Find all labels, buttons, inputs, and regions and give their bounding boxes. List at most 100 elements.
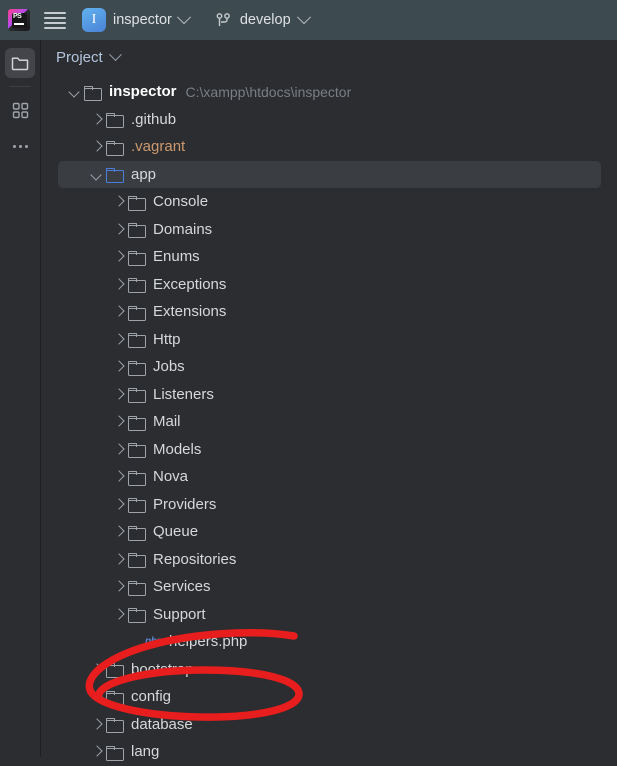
chevron-right-icon[interactable] [88,716,105,733]
tree-row-label: Domains [153,220,213,238]
chevron-right-icon[interactable] [88,661,105,678]
chevron-right-icon[interactable] [110,248,127,265]
tree-row-label: Extensions [153,303,227,321]
tree-row[interactable]: Listeners [58,381,601,409]
tree-row[interactable]: Providers [58,491,601,519]
tree-row[interactable]: Jobs [58,353,601,381]
tree-row[interactable]: Services [58,573,601,601]
folder-icon [128,277,146,294]
tree-row-label: Http [153,330,181,348]
more-dots-icon [12,144,28,148]
tree-row[interactable]: Repositories [58,546,601,574]
chevron-right-icon[interactable] [110,441,127,458]
tree-row-label: Jobs [153,358,185,376]
folder-icon [128,360,146,376]
branch-name-label: develop [239,12,291,28]
tree-row[interactable]: Http [58,326,601,354]
tree-row-label: Listeners [153,385,214,403]
chevron-right-icon[interactable] [110,303,127,320]
chevron-right-icon[interactable] [110,331,127,348]
tree-row[interactable]: Domains [58,216,601,244]
chevron-right-icon[interactable] [110,386,127,403]
folder-icon [128,525,146,541]
chevron-right-icon[interactable] [110,276,127,293]
chevron-down-icon [296,10,311,25]
git-branch-icon [216,12,230,26]
main-menu-icon[interactable] [44,9,66,31]
sidebar-item-project[interactable] [5,48,35,78]
folder-icon [128,222,146,239]
chevron-right-icon[interactable] [88,111,105,128]
project-avatar-icon: I [82,8,106,32]
chevron-right-icon[interactable] [110,523,127,540]
chevron-right-icon[interactable] [88,138,105,155]
tree-row-label: Providers [153,495,217,513]
project-panel-header[interactable]: Project [41,40,617,74]
project-name-label: inspector [113,12,172,28]
tree-row[interactable]: Models [58,436,601,464]
tree-row-label: Mail [153,413,181,431]
chevron-right-icon[interactable] [110,606,127,623]
tree-row[interactable]: php helpers.php [58,628,601,656]
folder-icon [128,195,146,211]
tree-row[interactable]: inspector C:\xampp\htdocs\inspector [58,78,601,106]
phpstorm-logo-icon[interactable]: PS [8,9,30,31]
php-file-icon: php [145,635,163,647]
chevron-right-icon[interactable] [110,578,127,595]
tool-window-rail [0,40,41,757]
folder-icon [106,717,124,734]
chevron-right-icon[interactable] [110,358,127,375]
folder-icon [84,85,102,101]
tree-row[interactable]: Queue [58,518,601,546]
chevron-down-icon [108,47,122,61]
tree-row[interactable]: .github [58,106,601,134]
chevron-right-icon[interactable] [88,688,105,705]
source-folder-icon [106,167,124,184]
tree-row-label: .github [131,110,177,128]
tree-row[interactable]: Support [58,601,601,629]
folder-icon [106,690,124,706]
chevron-right-icon[interactable] [110,221,127,238]
chevron-right-icon[interactable] [88,743,105,760]
sidebar-item-structure[interactable] [5,95,35,125]
chevron-down-icon[interactable] [66,83,83,100]
tree-row[interactable]: Enums [58,243,601,271]
tree-row[interactable]: Extensions [58,298,601,326]
git-branch-widget[interactable]: develop [215,10,311,29]
tree-row[interactable]: Mail [58,408,601,436]
project-widget[interactable]: I inspector [82,8,191,32]
rail-divider [9,86,31,87]
tree-row[interactable]: config [58,683,601,711]
folder-icon [106,112,124,129]
tree-row[interactable]: Console [58,188,601,216]
tree-row-label: .vagrant [131,138,186,156]
tree-row[interactable]: Exceptions [58,271,601,299]
tree-row[interactable]: Nova [58,463,601,491]
chevron-right-icon[interactable] [110,496,127,513]
project-tree: inspector C:\xampp\htdocs\inspector .githu… [41,74,617,766]
tree-row-label: Models [153,440,202,458]
chevron-right-icon[interactable] [110,551,127,568]
folder-icon [128,607,146,624]
tree-row[interactable]: database [58,711,601,739]
chevron-right-icon[interactable] [110,193,127,210]
folder-icon [128,332,146,349]
tree-row-label: config [131,688,172,706]
tree-row[interactable]: bootstrap [58,656,601,684]
folder-icon [128,580,146,596]
chevron-right-icon[interactable] [110,413,127,430]
tree-row-label: Exceptions [153,275,227,293]
main-toolbar: PS I inspector develop [0,0,617,40]
chevron-right-icon[interactable] [110,468,127,485]
tree-row[interactable]: app [58,160,601,188]
tree-row[interactable]: lang [58,738,601,766]
tree-row[interactable]: .vagrant [58,133,601,161]
folder-icon [128,552,146,569]
chevron-down-icon[interactable] [88,166,105,183]
folder-icon [128,250,146,266]
project-path-label: C:\xampp\htdocs\inspector [185,83,352,100]
project-tool-window: Project inspector C:\xampp\htdocs\inspect… [41,40,617,761]
sidebar-item-more[interactable] [5,131,35,161]
folder-icon [128,442,146,459]
folder-icon [106,140,124,156]
